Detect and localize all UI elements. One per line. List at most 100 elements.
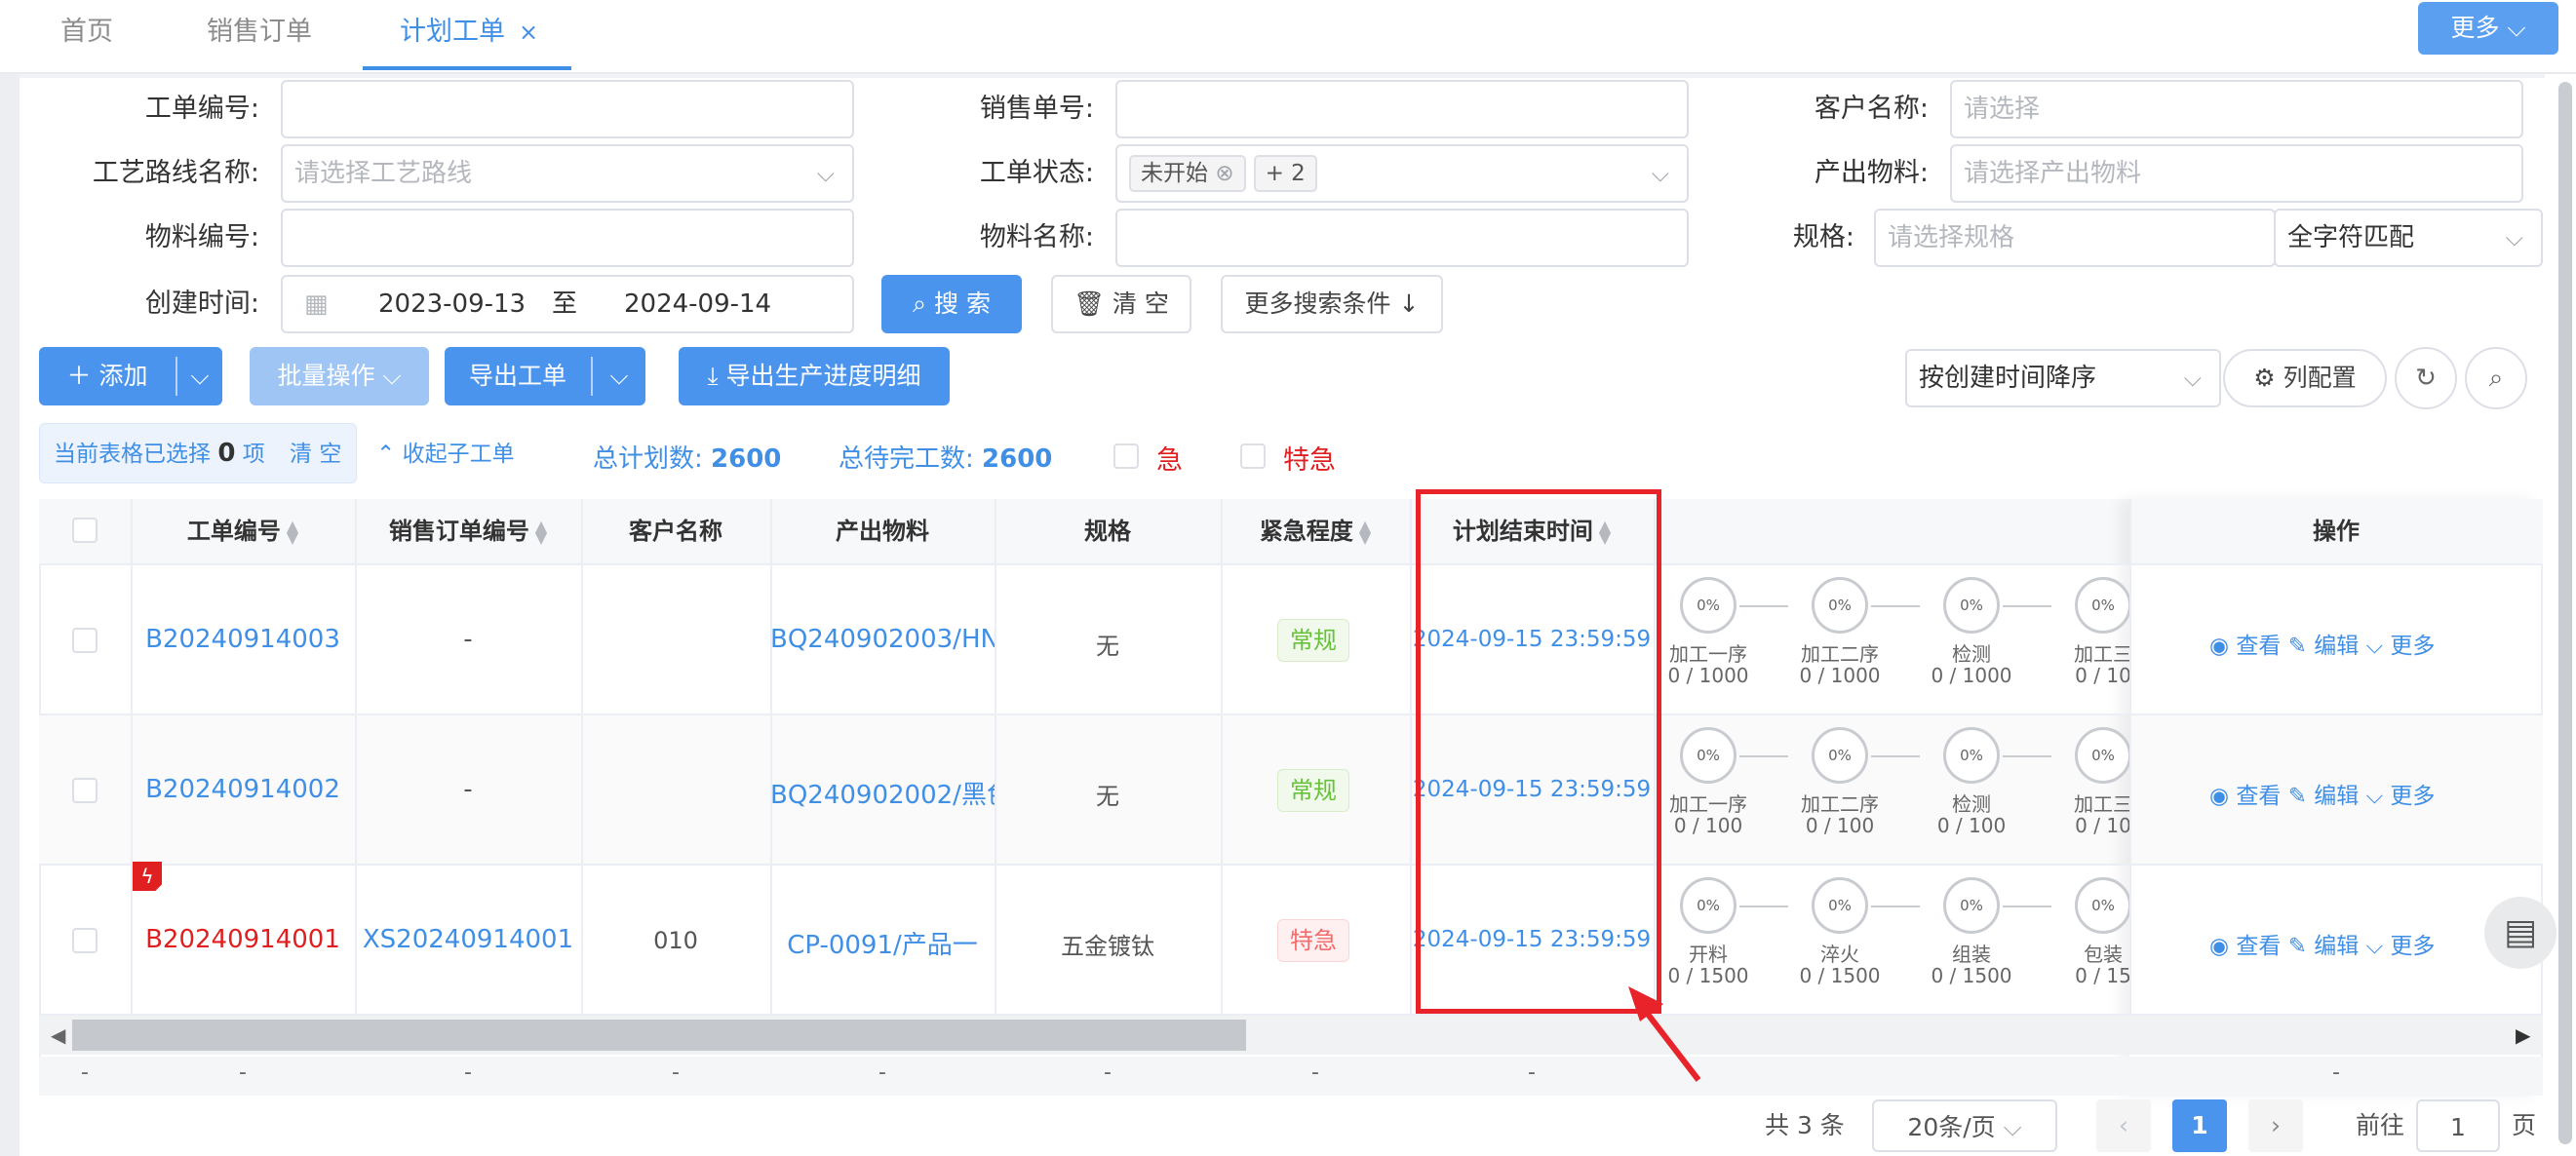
page-scrollbar-thumb[interactable]	[2558, 82, 2572, 1144]
more-link[interactable]: 更多	[2390, 934, 2435, 959]
work-no-link[interactable]: B20240914001	[131, 925, 355, 954]
column-config-button[interactable]: ⚙ 列配置	[2223, 349, 2387, 407]
footer-cell: -	[1104, 1060, 1112, 1085]
total-plan-value: 2600	[711, 444, 782, 474]
col-spec: 规格	[1084, 518, 1131, 545]
search-icon: ⌕	[913, 289, 927, 318]
created-range-picker[interactable]: ▦ 2023-09-13 至 2024-09-14	[281, 275, 854, 333]
special-urgent-checkbox[interactable]	[1240, 443, 1266, 469]
more-conditions-button[interactable]: 更多搜索条件 ↓	[1221, 275, 1443, 333]
work-no-input[interactable]	[281, 80, 854, 138]
row-checkbox[interactable]	[72, 928, 98, 953]
sort-icon[interactable]: ▲ ▼	[535, 519, 547, 546]
calendar-icon: ▦	[304, 289, 329, 319]
document-icon[interactable]: ▤	[2484, 897, 2556, 969]
export-dropdown-icon[interactable]: ⌵	[593, 347, 645, 405]
progress-steps: 0% 加工一序 0 / 1000 0% 加工二序 0 / 1000 0% 检测 …	[1656, 565, 2129, 715]
more-link[interactable]: 更多	[2390, 634, 2435, 659]
material-name-input[interactable]	[1115, 209, 1689, 267]
edit-link[interactable]: 编辑	[2314, 784, 2359, 809]
sort-select[interactable]: 按创建时间降序 ⌵	[1905, 349, 2221, 407]
col-work-no[interactable]: 工单编号 ▲ ▼	[131, 499, 355, 563]
created-end[interactable]: 2024-09-14	[624, 277, 771, 331]
tab-plan-workorder[interactable]: 计划工单 ×	[363, 0, 571, 70]
next-page-button[interactable]: ›	[2248, 1099, 2303, 1152]
add-dropdown-icon[interactable]: ⌵	[177, 347, 222, 405]
table-scrollbar-thumb[interactable]	[72, 1020, 1246, 1051]
edit-link[interactable]: 编辑	[2314, 634, 2359, 659]
page-number-current[interactable]: 1	[2172, 1099, 2227, 1152]
special-urgent-label: 特急	[1283, 445, 1336, 476]
close-icon[interactable]: ×	[519, 19, 538, 46]
col-ops: 操作	[2313, 518, 2360, 545]
spec-select[interactable]: 请选择规格	[1874, 209, 2276, 267]
scroll-left-arrow[interactable]: ◀	[51, 1023, 65, 1047]
sales-no-cell[interactable]: XS20240914001	[355, 925, 581, 954]
created-label: 创建时间:	[144, 289, 259, 319]
row-checkbox[interactable]	[72, 778, 98, 803]
selected-count: 0	[217, 439, 236, 468]
more-link[interactable]: 更多	[2390, 784, 2435, 809]
prev-page-button[interactable]: ‹	[2096, 1099, 2151, 1152]
row-actions: ◉ 查看 ✎ 编辑 ⌵ 更多	[2209, 927, 2435, 960]
clear-button[interactable]: 🗑 清 空	[1051, 275, 1191, 333]
col-sales-no-label: 销售订单编号	[388, 518, 529, 545]
created-start[interactable]: 2023-09-13	[378, 277, 526, 331]
product-link[interactable]: CP-0091/产品一	[770, 925, 995, 961]
customer-select[interactable]: 请选择	[1950, 80, 2523, 138]
close-circle-icon[interactable]: ⊗	[1215, 161, 1233, 186]
step-count: 0 / 1500	[1931, 964, 2012, 987]
col-sales-no[interactable]: 销售订单编号 ▲ ▼	[355, 499, 581, 563]
tab-sales-order[interactable]: 销售订单	[207, 0, 312, 70]
search-icon[interactable]: ⌕	[2465, 347, 2527, 409]
add-button[interactable]: ＋ 添加	[39, 347, 176, 405]
select-all-checkbox[interactable]	[72, 518, 98, 543]
clear-selection-link[interactable]: 清 空	[290, 442, 341, 467]
route-select[interactable]: 请选择工艺路线 ⌵	[281, 144, 854, 203]
batch-operations-button[interactable]: 批量操作 ⌵	[250, 347, 429, 405]
view-link[interactable]: 查看	[2236, 634, 2281, 659]
goto-page-input[interactable]: 1	[2416, 1099, 2500, 1152]
step-count: 0 / 1000	[1931, 664, 2012, 687]
product-link[interactable]: BQ240902002/黑色	[770, 775, 995, 811]
urgent-checkbox[interactable]	[1113, 443, 1139, 469]
search-button[interactable]: ⌕ 搜 索	[881, 275, 1022, 333]
output-material-select[interactable]: 请选择产出物料	[1950, 144, 2523, 203]
export-progress-detail-button[interactable]: ⤓ 导出生产进度明细	[679, 347, 950, 405]
step-progress-circle: 0%	[2075, 727, 2129, 784]
add-button-label: 添加	[98, 362, 148, 390]
row-checkbox[interactable]	[72, 628, 98, 653]
route-label: 工艺路线名称:	[92, 158, 259, 188]
match-mode-select[interactable]: 全字符匹配 ⌵	[2274, 209, 2543, 267]
sales-no-input[interactable]	[1115, 80, 1689, 138]
footer-cell: -	[1311, 1060, 1319, 1085]
material-no-input[interactable]	[281, 209, 854, 267]
divider	[2129, 499, 2131, 1016]
view-link[interactable]: 查看	[2236, 784, 2281, 809]
status-label: 工单状态:	[979, 158, 1094, 188]
more-menu-button[interactable]: 更多 ⌵	[2418, 2, 2558, 55]
total-plan: 总计划数: 2600	[593, 439, 781, 475]
status-select[interactable]: 未开始 ⊗ + 2 ⌵	[1115, 144, 1689, 203]
edit-link[interactable]: 编辑	[2314, 934, 2359, 959]
collapse-subtasks-toggle[interactable]: ⌃ 收起子工单	[376, 435, 515, 468]
scroll-right-arrow[interactable]: ▶	[2516, 1023, 2530, 1047]
sort-icon[interactable]: ▲ ▼	[1359, 519, 1371, 546]
sales-no-cell: -	[463, 625, 473, 654]
product-link[interactable]: BQ240902003/HN,	[770, 625, 995, 654]
chevron-down-icon: ⌵	[2183, 365, 2202, 392]
chevron-down-icon: ⌵	[816, 160, 835, 187]
work-no-link[interactable]: B20240914003	[131, 625, 355, 654]
tab-home[interactable]: 首页	[60, 0, 113, 70]
col-priority[interactable]: 紧急程度 ▲ ▼	[1221, 499, 1410, 563]
export-detail-label: 导出生产进度明细	[725, 362, 921, 390]
process-step: 0% 加工二序 0 / 100	[1772, 727, 1908, 836]
view-link[interactable]: 查看	[2236, 934, 2281, 959]
refresh-icon[interactable]: ↻	[2395, 347, 2457, 409]
export-workorder-button[interactable]: 导出工单	[445, 347, 591, 405]
progress-steps: 0% 加工一序 0 / 100 0% 加工二序 0 / 100 0% 检测 0 …	[1656, 715, 2129, 866]
work-no-link[interactable]: B20240914002	[131, 775, 355, 804]
chevron-down-icon: ⌵	[2505, 224, 2523, 251]
sort-icon[interactable]: ▲ ▼	[287, 519, 298, 546]
page-size-select[interactable]: 20条/页 ⌵	[1872, 1099, 2057, 1152]
